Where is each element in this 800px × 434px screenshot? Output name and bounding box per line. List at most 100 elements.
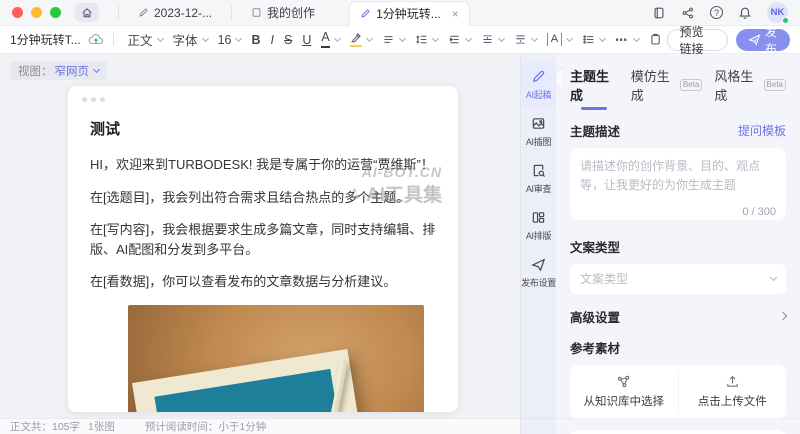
chevron-down-icon bbox=[432, 35, 439, 42]
chevron-down-icon bbox=[465, 35, 472, 42]
paragraph-space-after-button[interactable] bbox=[514, 33, 537, 46]
minimize-window-button[interactable] bbox=[31, 7, 42, 18]
beta-badge: Beta bbox=[680, 79, 702, 91]
divider bbox=[231, 6, 232, 19]
doc-paragraph: HI，欢迎来到TURBODESK! 我是专属于你的运营“贾维斯”！ bbox=[90, 155, 436, 175]
home-button[interactable] bbox=[75, 3, 99, 22]
italic-button[interactable]: I bbox=[271, 33, 274, 47]
tab-recent-doc[interactable]: 2023-12-... bbox=[128, 0, 222, 26]
sidebar-item-ai-layout[interactable]: AI排版 bbox=[521, 203, 556, 250]
view-mode-select[interactable]: 视图： 窄网页 bbox=[10, 61, 107, 80]
document-page[interactable]: AI-BOT.CN AI工具集 测试 HI，欢迎来到TURBODESK! 我是专… bbox=[68, 86, 458, 412]
sidebar-item-publish-settings[interactable]: 发布设置 bbox=[521, 250, 556, 297]
upload-icon bbox=[725, 374, 740, 389]
advanced-settings-row[interactable]: 高级设置 bbox=[570, 307, 786, 326]
tab-style-generation[interactable]: 风格生成Beta bbox=[714, 66, 786, 104]
start-photo[interactable]: Start. bbox=[128, 305, 424, 413]
space-after-icon bbox=[514, 33, 527, 46]
chevron-down-icon bbox=[566, 35, 573, 42]
avatar-initials: NK bbox=[771, 7, 785, 18]
highlight-color-button[interactable] bbox=[350, 32, 372, 47]
format-painter-button[interactable] bbox=[649, 33, 662, 46]
bell-icon[interactable] bbox=[738, 6, 752, 20]
more-formats-button[interactable]: ⋯ bbox=[615, 32, 639, 47]
strikethrough-button[interactable]: S bbox=[284, 33, 292, 47]
font-color-button[interactable]: A bbox=[321, 31, 339, 48]
chevron-down-icon bbox=[235, 35, 242, 42]
kb-button-label: 从知识库中选择 bbox=[584, 393, 665, 409]
align-button[interactable] bbox=[382, 33, 405, 46]
list-button[interactable] bbox=[582, 33, 605, 46]
document-title: 1分钟玩转T... bbox=[10, 31, 81, 48]
paper-plane-icon bbox=[531, 257, 546, 272]
online-status-dot bbox=[782, 17, 789, 24]
question-template-link[interactable]: 提问模板 bbox=[738, 122, 786, 139]
preview-link-button[interactable]: 预览链接 bbox=[667, 29, 728, 51]
doc-paragraph: 在[写内容]，我会根据要求生成多篇文章，同时支持编辑、排版、AI配图和分发到多平… bbox=[90, 220, 436, 259]
font-family-select[interactable]: 字体 bbox=[173, 30, 208, 49]
panel-collapse-handle[interactable] bbox=[555, 68, 563, 90]
chevron-down-icon bbox=[157, 35, 164, 42]
notebook-icon[interactable] bbox=[652, 6, 666, 20]
advanced-settings-label: 高级设置 bbox=[570, 307, 620, 326]
indent-button[interactable] bbox=[448, 33, 471, 46]
copy-type-placeholder: 文案类型 bbox=[580, 270, 628, 287]
strip-label: AI起稿 bbox=[526, 88, 551, 101]
bold-button[interactable]: B bbox=[251, 33, 260, 47]
letter-spacing-button[interactable]: A bbox=[547, 33, 572, 45]
copy-type-label: 文案类型 bbox=[570, 237, 620, 256]
chevron-down-icon bbox=[202, 35, 209, 42]
document-icon bbox=[251, 7, 262, 18]
doc-paragraph: 在[看数据]，你可以查看发布的文章数据与分析建议。 bbox=[90, 272, 436, 292]
publish-label: 发布 bbox=[765, 23, 778, 57]
strip-label: AI插图 bbox=[526, 135, 551, 148]
paragraph-style-select[interactable]: 正文 bbox=[128, 30, 163, 49]
share-icon[interactable] bbox=[681, 6, 695, 20]
ai-tools-strip: AI起稿 AI插图 AI审查 AI排版 发布设置 bbox=[520, 54, 556, 434]
strip-label: AI审查 bbox=[526, 182, 551, 195]
paragraph-space-before-button[interactable] bbox=[481, 33, 504, 46]
close-tab-icon[interactable] bbox=[452, 8, 459, 20]
traffic-lights bbox=[12, 7, 61, 18]
chevron-down-icon bbox=[770, 274, 777, 281]
pencil-icon bbox=[360, 8, 371, 19]
select-from-knowledge-base-button[interactable]: 从知识库中选择 bbox=[570, 365, 678, 419]
upload-file-button[interactable]: 点击上传文件 bbox=[679, 365, 787, 419]
beta-badge: Beta bbox=[764, 79, 786, 91]
zoom-window-button[interactable] bbox=[50, 7, 61, 18]
formatting-toolbar: 1分钟玩转T... 正文 字体 16 B I S U A A ⋯ 预览链接 bbox=[0, 26, 800, 54]
tab-label: 我的创作 bbox=[267, 4, 315, 21]
tab-topic-generation[interactable]: 主题生成 bbox=[570, 66, 619, 110]
tab-my-creations[interactable]: 我的创作 bbox=[241, 0, 325, 26]
char-counter: 0 / 300 bbox=[742, 206, 776, 218]
line-height-button[interactable] bbox=[415, 33, 438, 46]
chevron-down-icon bbox=[399, 35, 406, 42]
font-size-select[interactable]: 16 bbox=[218, 33, 242, 47]
read-time: 预计阅读时间：小于1分钟 bbox=[145, 419, 266, 434]
close-window-button[interactable] bbox=[12, 7, 23, 18]
sidebar-item-ai-draft[interactable]: AI起稿 bbox=[521, 62, 556, 109]
sidebar-item-ai-review[interactable]: AI审查 bbox=[521, 156, 556, 203]
publish-button[interactable]: 发布 bbox=[736, 29, 790, 51]
pencil-icon bbox=[531, 69, 546, 84]
underline-button[interactable]: U bbox=[302, 33, 311, 47]
sidebar-item-ai-illustration[interactable]: AI插图 bbox=[521, 109, 556, 156]
space-before-icon bbox=[481, 33, 494, 46]
editor-area: 视图： 窄网页 AI-BOT.CN AI工具集 测试 HI，欢迎来到TURBOD… bbox=[0, 54, 520, 434]
paper-plane-icon bbox=[748, 33, 761, 46]
chevron-down-icon bbox=[599, 35, 606, 42]
user-avatar[interactable]: NK bbox=[767, 2, 788, 23]
knowledge-base-icon bbox=[616, 374, 631, 389]
word-count: 正文共：105字 bbox=[10, 419, 80, 434]
pencil-icon bbox=[138, 7, 149, 18]
tab-imitation-generation[interactable]: 模仿生成Beta bbox=[631, 66, 703, 104]
doc-paragraph: 在[选题目]，我会列出符合需求且结合热点的多个主题。 bbox=[90, 188, 436, 208]
view-label: 视图： bbox=[18, 63, 53, 79]
indent-icon bbox=[448, 33, 461, 46]
tab-label: 1分钟玩转... bbox=[376, 5, 441, 22]
chevron-down-icon bbox=[334, 35, 341, 42]
copy-type-select[interactable]: 文案类型 bbox=[570, 264, 786, 294]
help-icon[interactable] bbox=[710, 6, 723, 19]
tab-current-doc[interactable]: 1分钟玩转... bbox=[349, 1, 470, 26]
strip-label: 发布设置 bbox=[521, 276, 556, 289]
